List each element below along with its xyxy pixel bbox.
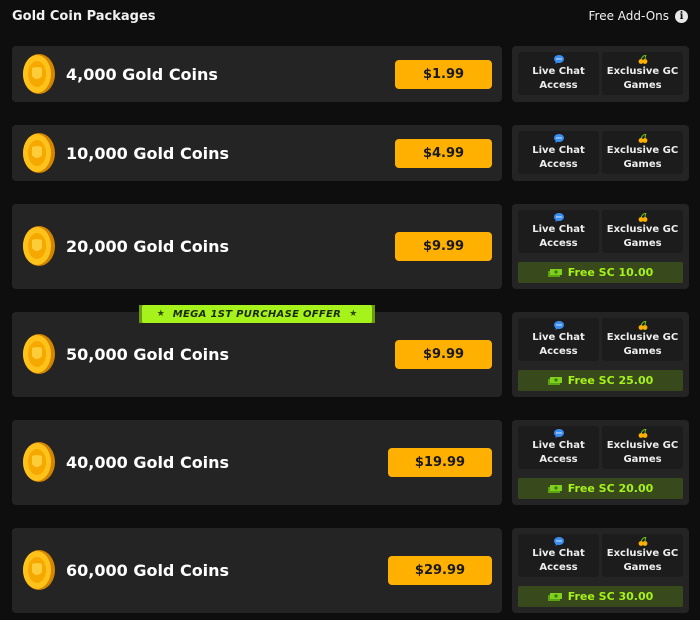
cherries-icon [638, 320, 647, 330]
money-stack-icon [547, 376, 562, 385]
package-row: 10,000 Gold Coins $4.99 Live Chat Access… [12, 125, 700, 181]
page-title: Gold Coin Packages [12, 9, 156, 24]
buy-button[interactable]: $19.99 [388, 448, 492, 477]
live-chat-label: Live Chat Access [532, 547, 585, 573]
coin-amount: 10,000 Gold Coins [66, 144, 230, 163]
free-sc-label: Free SC 10.00 [567, 266, 654, 279]
cherries-icon [638, 428, 647, 438]
exclusive-gc-label: Exclusive GC Games [606, 547, 679, 573]
money-stack-icon [547, 268, 562, 277]
coin-amount: 60,000 Gold Coins [66, 561, 230, 580]
money-stack-icon [547, 592, 562, 601]
package-card[interactable]: 4,000 Gold Coins $1.99 [12, 46, 502, 102]
cherries-icon [638, 133, 647, 143]
package-row: 50,000 Gold Coins $9.99 Live Chat Access… [12, 312, 700, 397]
exclusive-gc-label: Exclusive GC Games [606, 331, 679, 357]
coin-amount: 4,000 Gold Coins [66, 65, 218, 84]
gold-coin-icon [23, 334, 55, 374]
exclusive-gc-addon: Exclusive GC Games [602, 318, 683, 361]
promo-ribbon: ★ MEGA 1ST PURCHASE OFFER ★ [139, 305, 375, 323]
live-chat-label: Live Chat Access [532, 65, 585, 91]
addons-card: Live Chat Access Exclusive GC Games [512, 46, 689, 102]
live-chat-addon: Live Chat Access [518, 534, 599, 577]
live-chat-addon: Live Chat Access [518, 131, 599, 174]
addons-card: Live Chat Access Exclusive GC Games Free… [512, 420, 689, 505]
coin-amount: 50,000 Gold Coins [66, 345, 230, 364]
live-chat-addon: Live Chat Access [518, 426, 599, 469]
coin-amount: 40,000 Gold Coins [66, 453, 230, 472]
package-card[interactable]: 20,000 Gold Coins $9.99 [12, 204, 502, 289]
cherries-icon [638, 212, 647, 222]
chat-bubble-icon [553, 54, 564, 64]
free-sc-bonus: Free SC 10.00 [518, 262, 683, 283]
exclusive-gc-addon: Exclusive GC Games [602, 52, 683, 95]
live-chat-addon: Live Chat Access [518, 210, 599, 253]
package-row: 60,000 Gold Coins $29.99 Live Chat Acces… [12, 528, 700, 613]
free-addons-header[interactable]: Free Add-Ons i [589, 9, 688, 23]
free-sc-label: Free SC 20.00 [567, 482, 654, 495]
cherries-icon [638, 536, 647, 546]
exclusive-gc-label: Exclusive GC Games [606, 439, 679, 465]
package-card[interactable]: 50,000 Gold Coins $9.99 [12, 312, 502, 397]
free-sc-bonus: Free SC 20.00 [518, 478, 683, 499]
star-icon: ★ [349, 309, 358, 319]
package-row: 40,000 Gold Coins $19.99 Live Chat Acces… [12, 420, 700, 505]
exclusive-gc-addon: Exclusive GC Games [602, 210, 683, 253]
chat-bubble-icon [553, 320, 564, 330]
package-row: 20,000 Gold Coins $9.99 Live Chat Access… [12, 204, 700, 289]
exclusive-gc-label: Exclusive GC Games [606, 144, 679, 170]
live-chat-label: Live Chat Access [532, 223, 585, 249]
buy-button[interactable]: $9.99 [395, 232, 492, 261]
chat-bubble-icon [553, 536, 564, 546]
gold-coin-icon [23, 442, 55, 482]
gold-coin-icon [23, 133, 55, 173]
live-chat-label: Live Chat Access [532, 144, 585, 170]
free-sc-bonus: Free SC 30.00 [518, 586, 683, 607]
info-icon[interactable]: i [675, 9, 688, 23]
package-card[interactable]: 10,000 Gold Coins $4.99 [12, 125, 502, 181]
live-chat-addon: Live Chat Access [518, 52, 599, 95]
addons-card: Live Chat Access Exclusive GC Games [512, 125, 689, 181]
exclusive-gc-addon: Exclusive GC Games [602, 131, 683, 174]
package-card[interactable]: 40,000 Gold Coins $19.99 [12, 420, 502, 505]
gold-coin-icon [23, 550, 55, 590]
free-sc-label: Free SC 25.00 [567, 374, 654, 387]
chat-bubble-icon [553, 212, 564, 222]
addons-card: Live Chat Access Exclusive GC Games Free… [512, 312, 689, 397]
free-sc-label: Free SC 30.00 [567, 590, 654, 603]
addons-card: Live Chat Access Exclusive GC Games Free… [512, 204, 689, 289]
live-chat-label: Live Chat Access [532, 331, 585, 357]
package-card[interactable]: 60,000 Gold Coins $29.99 [12, 528, 502, 613]
live-chat-addon: Live Chat Access [518, 318, 599, 361]
exclusive-gc-label: Exclusive GC Games [606, 65, 679, 91]
chat-bubble-icon [553, 133, 564, 143]
package-row: 4,000 Gold Coins $1.99 Live Chat Access … [12, 46, 700, 102]
gold-coin-icon [23, 54, 55, 94]
cherries-icon [638, 54, 647, 64]
gold-coin-icon [23, 226, 55, 266]
buy-button[interactable]: $4.99 [395, 139, 492, 168]
header: Gold Coin Packages Free Add-Ons i [0, 0, 700, 36]
free-addons-label: Free Add-Ons [588, 9, 669, 23]
exclusive-gc-addon: Exclusive GC Games [602, 534, 683, 577]
exclusive-gc-addon: Exclusive GC Games [602, 426, 683, 469]
promo-ribbon-label: MEGA 1ST PURCHASE OFFER [172, 308, 342, 320]
star-icon: ★ [156, 309, 165, 319]
chat-bubble-icon [553, 428, 564, 438]
coin-amount: 20,000 Gold Coins [66, 237, 230, 256]
addons-card: Live Chat Access Exclusive GC Games Free… [512, 528, 689, 613]
free-sc-bonus: Free SC 25.00 [518, 370, 683, 391]
live-chat-label: Live Chat Access [532, 439, 585, 465]
buy-button[interactable]: $29.99 [388, 556, 492, 585]
buy-button[interactable]: $9.99 [395, 340, 492, 369]
exclusive-gc-label: Exclusive GC Games [606, 223, 679, 249]
buy-button[interactable]: $1.99 [395, 60, 492, 89]
money-stack-icon [547, 484, 562, 493]
